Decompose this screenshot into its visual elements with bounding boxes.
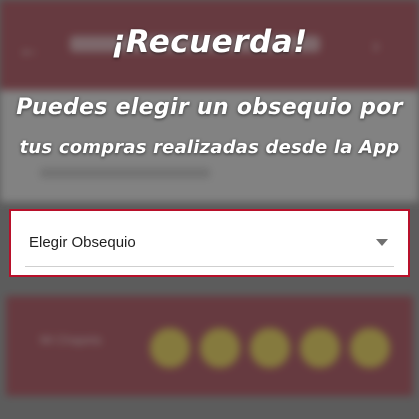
- banner-headline: ¡Recuerda!: [111, 24, 308, 60]
- gift-select-highlight: Elegir Obsequio: [9, 209, 410, 277]
- banner-line-1: Puedes elegir un obsequio por: [16, 95, 403, 120]
- chevron-down-icon: [376, 239, 388, 246]
- gift-select-value: Elegir Obsequio: [29, 234, 136, 251]
- banner-line-2: tus compras realizadas desde la App: [19, 137, 400, 158]
- gift-select-dropdown[interactable]: Elegir Obsequio: [25, 221, 394, 267]
